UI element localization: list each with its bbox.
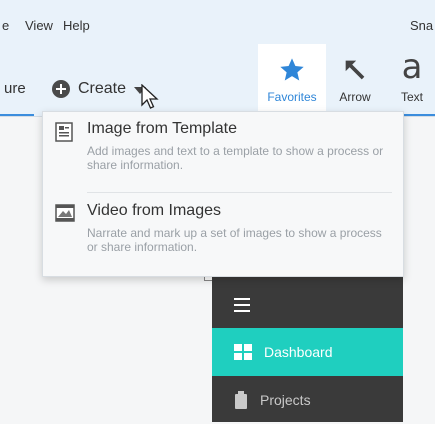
menu-item-view[interactable]: View <box>25 18 53 33</box>
menu-item-description: Narrate and mark up a set of images to s… <box>87 226 382 254</box>
tool-text-label: Text <box>400 90 423 104</box>
text-icon: a <box>401 47 423 87</box>
create-dropdown-menu: Image from Template Add images and text … <box>42 111 404 277</box>
create-label: Create <box>78 80 127 97</box>
menu-divider <box>87 192 392 193</box>
menu-item-title: Video from Images <box>87 202 221 219</box>
projects-item-label: Projects <box>260 392 311 408</box>
tool-arrow[interactable]: Arrow <box>330 44 380 116</box>
menu-item-help[interactable]: Help <box>63 18 90 33</box>
mouse-cursor-icon <box>141 84 159 109</box>
tab-capture-partial[interactable]: ure <box>4 80 26 97</box>
video-images-icon <box>55 204 75 222</box>
menu-item-title: Image from Template <box>87 120 237 137</box>
dashboard-item-label: Dashboard <box>264 344 333 360</box>
plus-circle-icon <box>52 80 70 98</box>
menu-bar: e View Help Sna <box>0 0 435 44</box>
menu-item-video-from-images[interactable]: Video from Images Narrate and mark up a … <box>43 202 403 274</box>
menu-item-partial[interactable]: e <box>2 18 9 33</box>
dashboard-item-dashboard: Dashboard <box>212 328 403 376</box>
dashboard-panel: Dashboard Projects <box>212 276 403 422</box>
star-icon <box>280 58 304 81</box>
arrow-icon <box>345 60 365 80</box>
tool-text[interactable]: a Text <box>392 44 432 116</box>
tool-favorites[interactable]: Favorites <box>258 44 326 116</box>
projects-icon <box>235 391 247 409</box>
tab-underline <box>0 114 34 116</box>
template-icon <box>55 122 73 142</box>
menu-item-image-from-template[interactable]: Image from Template Add images and text … <box>43 120 403 192</box>
tool-favorites-label: Favorites <box>267 90 317 104</box>
hamburger-icon <box>234 298 250 316</box>
dashboard-item-projects: Projects <box>212 376 403 424</box>
menu-item-description: Add images and text to a template to sho… <box>87 144 384 172</box>
dashboard-icon <box>234 344 252 360</box>
app-title-partial: Sna <box>410 18 434 33</box>
tool-arrow-label: Arrow <box>339 90 371 104</box>
create-button[interactable]: Create <box>52 78 147 100</box>
